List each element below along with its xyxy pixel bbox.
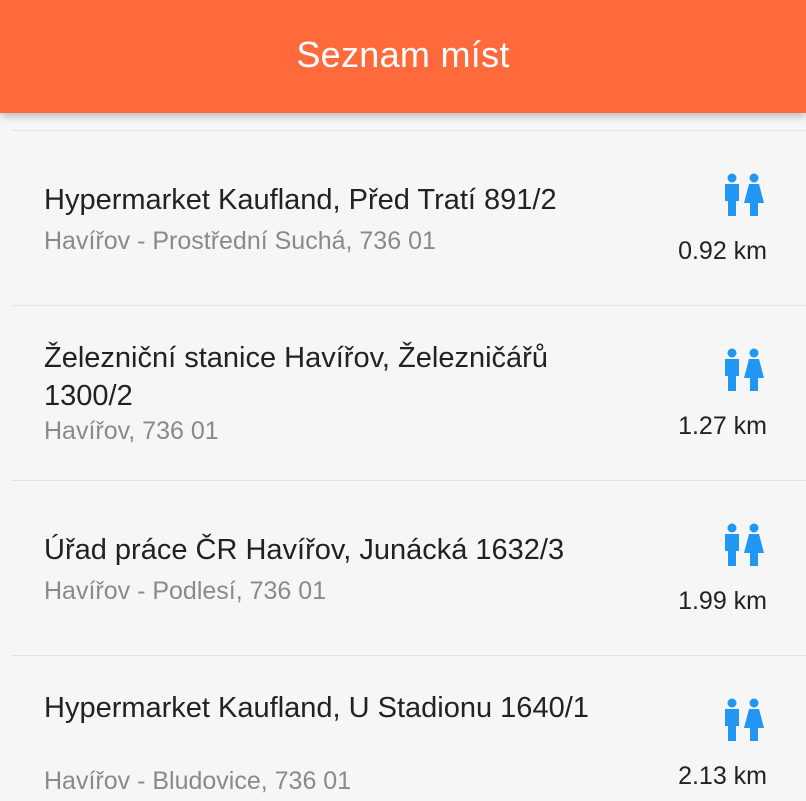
- app-bar: Seznam míst: [0, 0, 806, 113]
- distance-label: 2.13 km: [678, 762, 767, 790]
- page-title: Seznam míst: [296, 33, 510, 75]
- place-name: Hypermarket Kaufland, U Stadionu 1640/1: [44, 692, 589, 724]
- restroom-icon: [725, 523, 764, 566]
- place-name: Železniční stanice Havířov, Železničářů …: [44, 342, 548, 412]
- restroom-icon: [725, 698, 764, 741]
- restroom-icon: [725, 348, 764, 391]
- place-name: Úřad práce ČR Havířov, Junácká 1632/3: [44, 534, 565, 566]
- restroom-icon: [725, 173, 764, 216]
- distance-label: 0.92 km: [678, 237, 767, 265]
- place-address: Havířov - Podlesí, 736 01: [44, 577, 327, 605]
- distance-label: 1.99 km: [678, 587, 767, 615]
- list-item[interactable]: Železniční stanice Havířov, Železničářů …: [0, 306, 806, 481]
- place-address: Havířov - Prostřední Suchá, 736 01: [44, 227, 436, 255]
- list-item[interactable]: Hypermarket Kaufland, U Stadionu 1640/1 …: [0, 656, 806, 801]
- places-list[interactable]: Hypermarket Kaufland, Před Tratí 891/2 H…: [0, 113, 806, 801]
- place-address: Havířov, 736 01: [44, 417, 219, 445]
- place-address: Havířov - Bludovice, 736 01: [44, 767, 352, 795]
- distance-label: 1.27 km: [678, 412, 767, 440]
- list-item[interactable]: Úřad práce ČR Havířov, Junácká 1632/3 Ha…: [0, 481, 806, 656]
- list-item[interactable]: Hypermarket Kaufland, Před Tratí 891/2 H…: [0, 131, 806, 306]
- place-name: Hypermarket Kaufland, Před Tratí 891/2: [44, 184, 557, 216]
